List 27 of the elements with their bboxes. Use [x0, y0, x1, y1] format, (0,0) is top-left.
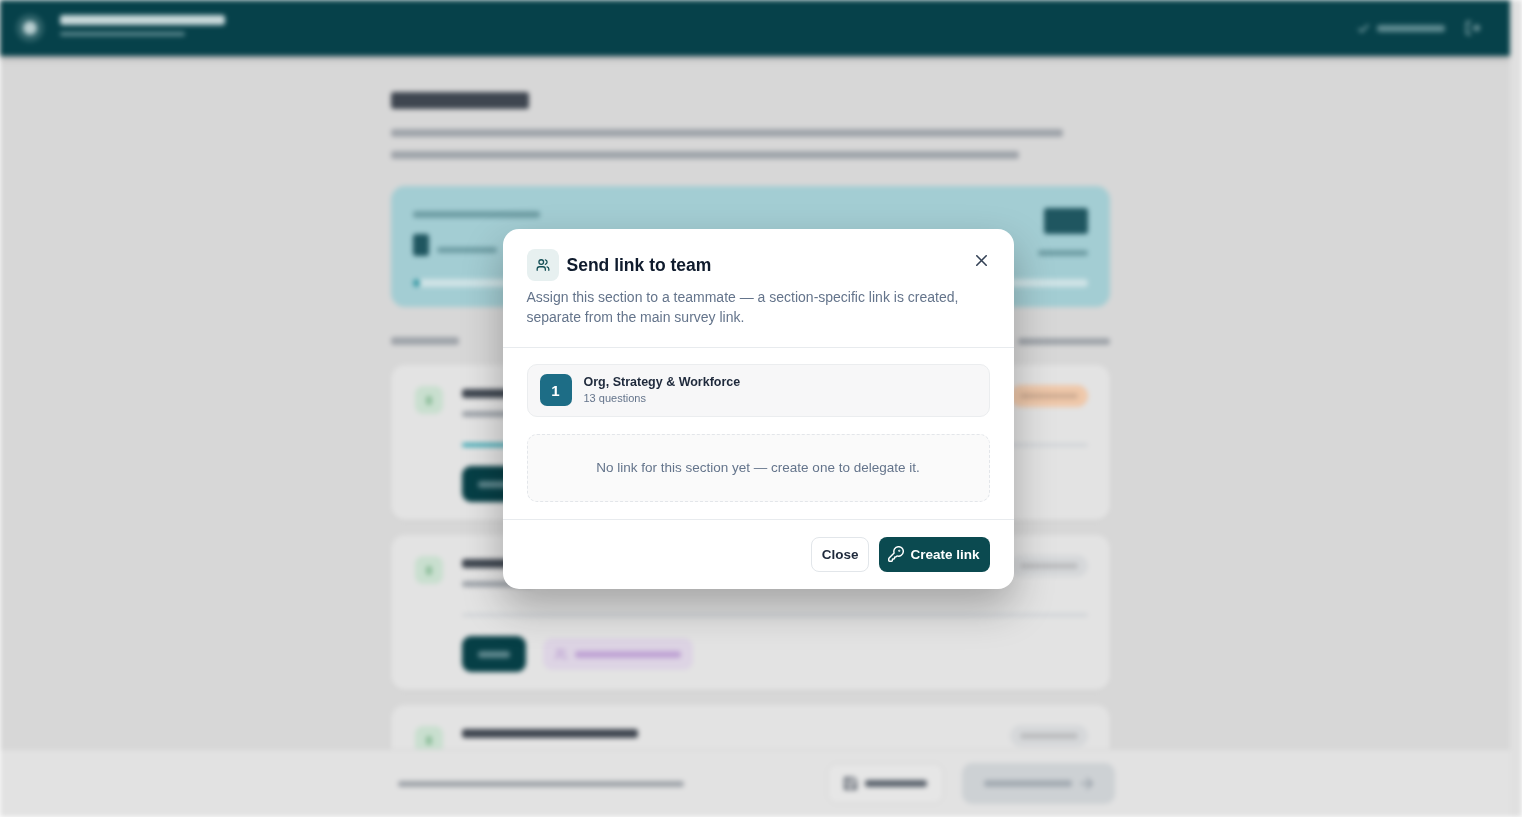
section-title: Org, Strategy & Workforce: [583, 374, 741, 390]
blurred-icon: [844, 777, 857, 790]
blurred-text: [391, 337, 459, 345]
blurred-text: [437, 247, 497, 253]
blurred-icon[interactable]: [1466, 21, 1480, 35]
blurred-text: [413, 234, 429, 256]
send-link-button[interactable]: [543, 638, 693, 670]
section-open-button[interactable]: [462, 636, 526, 672]
question-count: 13 questions: [583, 390, 646, 406]
blurred-icon: [1080, 777, 1093, 790]
blurred-text: [1377, 24, 1445, 32]
section-number: 1: [539, 374, 572, 406]
create-link-button[interactable]: Create link: [879, 536, 990, 572]
key-icon: [888, 546, 905, 562]
blurred-text: [1038, 250, 1088, 256]
close-icon[interactable]: [975, 255, 987, 266]
logo-icon: [16, 14, 44, 42]
blurred-icon: [1358, 23, 1369, 33]
dialog-description: Assign this section to a teammate — a section-specific link is created, separate from the main survey link.: [526, 287, 960, 327]
section-badge: [415, 556, 443, 584]
dialog-title: Send link to team: [566, 253, 713, 276]
empty-message: No link for this section yet — create one to delegate it.: [596, 458, 920, 477]
blurred-text: [1044, 208, 1088, 234]
section-badge: [415, 386, 443, 414]
people-icon: [526, 248, 559, 281]
scrollbar[interactable]: [1510, 0, 1522, 817]
close-button[interactable]: Close: [810, 536, 870, 572]
